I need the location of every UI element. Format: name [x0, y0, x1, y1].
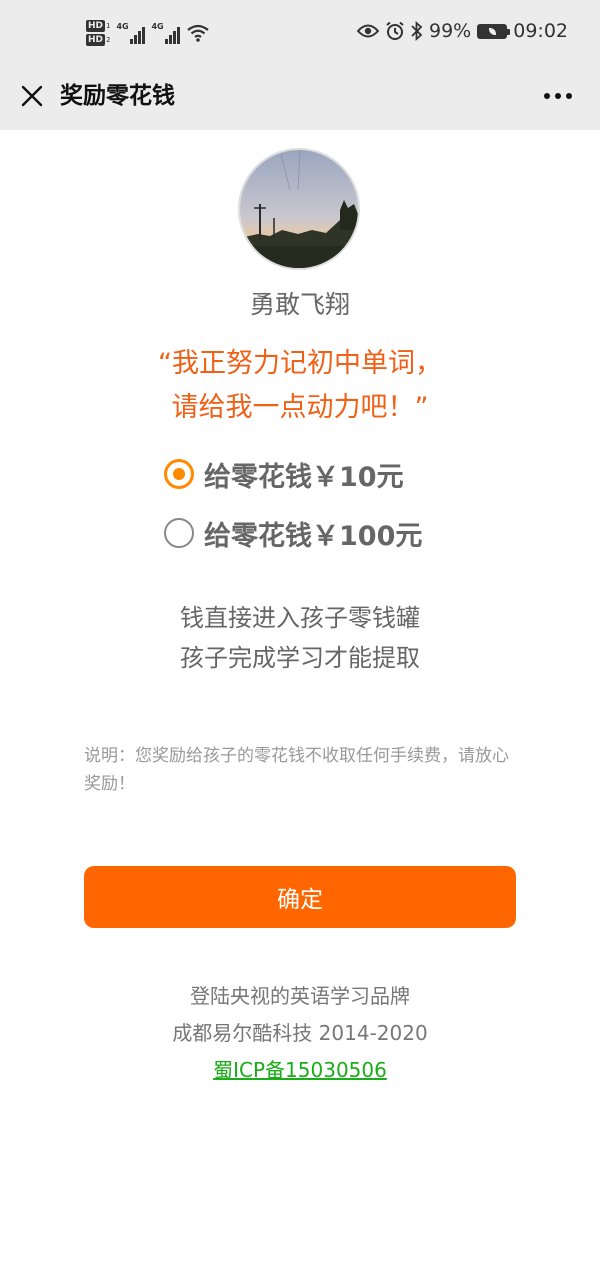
avatar-photo	[240, 150, 358, 268]
hd-badge-sub: 2	[106, 36, 111, 44]
radio-selected-icon[interactable]	[164, 459, 194, 489]
title-bar: 奖励零花钱	[0, 64, 600, 130]
sim-badges: HD 1 HD 2	[86, 20, 110, 46]
network-label: 4G	[151, 22, 164, 31]
more-dot-icon	[566, 93, 572, 99]
quote-line-2: 请给我一点动力吧！”	[171, 392, 429, 423]
option-10-yuan[interactable]: 给零花钱￥10元	[164, 452, 404, 496]
info-text: 钱直接进入孩子零钱罐 孩子完成学习才能提取	[0, 598, 600, 678]
option-label: 给零花钱￥10元	[204, 461, 404, 493]
battery-percent: 99%	[429, 20, 472, 42]
eye-icon	[357, 24, 379, 38]
status-bar-left: HD 1 HD 2 4G 4G	[86, 16, 210, 50]
alarm-icon	[386, 21, 404, 40]
hd-badge-label: HD	[86, 20, 106, 32]
quote-line-1: “我正努力记初中单词，	[158, 348, 442, 379]
footer: 登陆央视的英语学习品牌 成都易尔酷科技 2014-2020 蜀ICP备15030…	[0, 978, 600, 1089]
signal-icon: 4G	[116, 22, 146, 44]
fee-note: 说明：您奖励给孩子的零花钱不收取任何手续费，请放心奖励！	[84, 746, 509, 794]
more-dot-icon	[544, 93, 550, 99]
clock-time: 09:02	[513, 20, 568, 42]
hd-badge-label: HD	[86, 34, 106, 46]
option-100-yuan[interactable]: 给零花钱￥100元	[164, 511, 422, 555]
bluetooth-icon	[411, 21, 423, 41]
status-bar-right: 99% 09:02	[357, 20, 568, 42]
confirm-button[interactable]: 确定	[84, 866, 516, 928]
sim-badge-1: HD 1	[86, 20, 110, 32]
icp-link[interactable]: 蜀ICP备15030506	[213, 1058, 387, 1082]
more-dot-icon	[555, 93, 561, 99]
footer-company: 成都易尔酷科技 2014-2020	[172, 1021, 428, 1045]
hd-badge-sub: 1	[106, 22, 111, 30]
close-button[interactable]	[14, 78, 50, 114]
wifi-icon	[187, 24, 210, 42]
more-options-button[interactable]	[538, 78, 578, 114]
footer-brand: 登陆央视的英语学习品牌	[190, 984, 410, 1008]
nickname: 勇敢飞翔	[249, 290, 350, 319]
radio-unselected-icon[interactable]	[164, 518, 194, 548]
option-label: 给零花钱￥100元	[204, 520, 423, 552]
info-line-1: 钱直接进入孩子零钱罐	[180, 604, 420, 632]
status-bar: HD 1 HD 2 4G 4G 99% 09:02	[0, 0, 600, 64]
close-icon	[21, 85, 43, 107]
page-title: 奖励零花钱	[60, 83, 175, 109]
avatar	[238, 148, 360, 270]
network-label: 4G	[116, 22, 129, 31]
sim-badge-2: HD 2	[86, 34, 110, 46]
battery-icon	[477, 23, 511, 39]
motivation-quote: “我正努力记初中单词， 请给我一点动力吧！”	[0, 342, 600, 430]
info-line-2: 孩子完成学习才能提取	[180, 644, 420, 672]
signal-icon: 4G	[151, 22, 181, 44]
